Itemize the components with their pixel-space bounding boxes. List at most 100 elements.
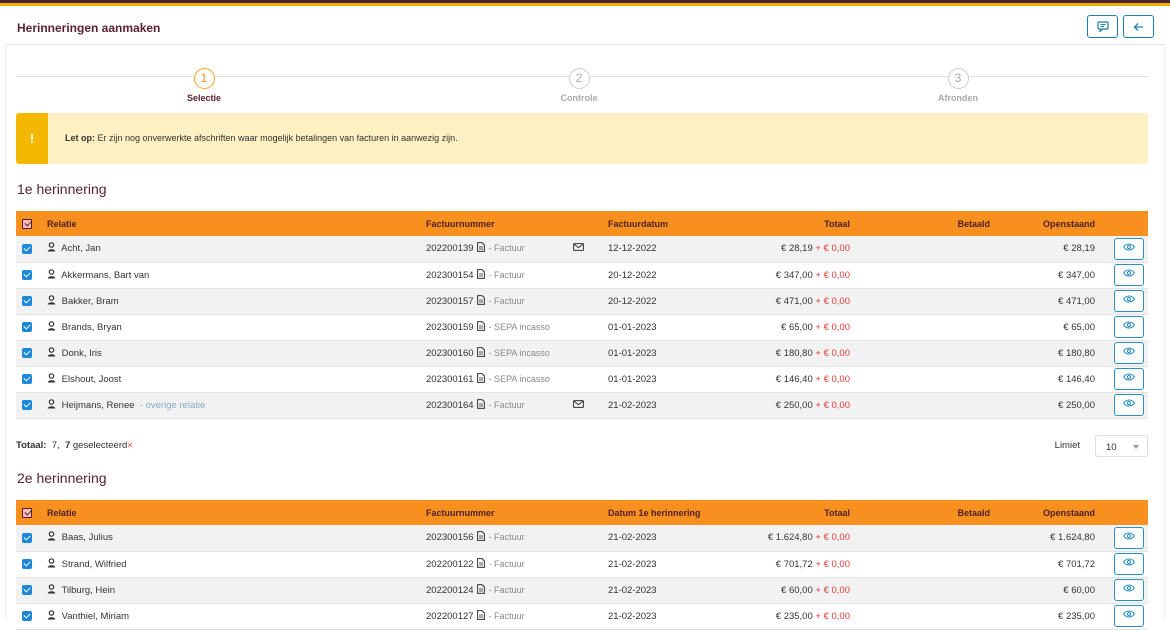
row-select-cell[interactable] [16,236,47,262]
row-select-cell[interactable] [16,551,47,577]
table-footer-1: Totaal: 7, 7 geselecteerd× Limiet 10 [16,435,1148,457]
select-all-checkbox[interactable] [22,218,32,229]
total-cell: € 28,19 + € 0,00 [758,236,850,262]
document-icon [476,372,485,386]
step-number: 1 [193,68,215,89]
total-value: € 250,00 [775,399,813,411]
page-header: Herinneringen aanmaken [5,6,1165,45]
date-cell: 21-02-2023 [608,610,657,622]
relatie-cell: Strand, Wilfried [47,551,426,577]
extra-cost: + € 0,00 [815,321,850,333]
relatie-name: Bakker, Bram [61,295,119,307]
date-cell: 01-01-2023 [608,347,657,359]
eye-icon [1123,558,1135,569]
view-button[interactable] [1114,526,1144,549]
table-row: Brands, Bryan 202300159 - SEPA incasso 01-0… [16,314,1148,340]
open-cell: € 701,72 [1058,558,1095,570]
comment-button[interactable] [1087,15,1118,38]
row-select-cell[interactable] [16,288,47,314]
document-icon [476,583,485,597]
view-button[interactable] [1114,290,1144,312]
view-button[interactable] [1114,237,1144,260]
action-cell [1095,577,1148,603]
row-checkbox[interactable] [22,243,32,254]
extra-cost: + € 0,00 [815,373,850,385]
select-all-cell[interactable] [16,211,47,236]
relatie-name: Baas, Julius [61,532,113,544]
view-button[interactable] [1114,579,1144,601]
col-relatie: Relatie [47,218,77,229]
factuur-type: - Factuur [488,532,525,543]
open-cell: € 1.624,80 [1050,532,1095,544]
view-button[interactable] [1114,264,1144,286]
row-checkbox[interactable] [22,321,32,332]
section-title-1: 1e herinnering [17,181,107,197]
row-checkbox[interactable] [22,373,32,384]
relatie-name: Vanthiel, Miriam [61,610,130,622]
person-icon [47,268,59,282]
document-icon [476,531,485,544]
clear-selection-icon[interactable]: × [127,440,133,451]
back-button[interactable] [1123,15,1154,38]
document-icon [476,320,485,334]
row-select-cell[interactable] [16,262,47,288]
total-cell: € 701,72 + € 0,00 [758,551,850,577]
total-value: € 60,00 [781,584,813,596]
relatie-cell: Heijmans, Renee - overige relatie [47,392,426,418]
row-checkbox[interactable] [22,295,32,306]
date-cell: 21-02-2023 [608,558,657,570]
action-cell [1095,236,1148,262]
alert-message: Er zijn nog onverwerkte afschriften waar… [95,133,458,143]
section-title-2: 2e herinnering [17,470,107,486]
row-checkbox[interactable] [22,269,32,280]
factuur-type: - SEPA incasso [488,347,550,358]
view-button[interactable] [1114,368,1144,390]
person-icon [47,294,59,308]
limit-select[interactable]: 10 [1095,435,1148,457]
action-cell [1095,551,1148,577]
eye-icon [1123,321,1135,332]
step-selectie: 1 Selectie [154,68,254,103]
view-button[interactable] [1114,553,1144,575]
action-cell [1095,314,1148,340]
row-select-cell[interactable] [16,577,47,603]
total-cell: € 65,00 + € 0,00 [758,314,850,340]
relatie-name: Brands, Bryan [61,321,122,333]
document-icon [476,609,485,623]
row-select-cell[interactable] [16,314,47,340]
row-checkbox[interactable] [22,347,32,358]
eye-icon [1123,373,1135,384]
row-checkbox[interactable] [22,610,32,621]
reminder-table-1: Relatie Factuurnummer Factuurdatum Totaa… [16,211,1148,419]
row-select-cell[interactable] [16,366,47,392]
open-cell: € 235,00 [1058,610,1095,622]
paid-cell [850,551,990,577]
view-button[interactable] [1114,316,1144,338]
row-select-cell[interactable] [16,603,47,629]
eye-icon [1123,584,1135,595]
relatie-name: Donk, Iris [61,347,102,359]
select-all-cell[interactable] [16,500,47,525]
document-icon [476,398,485,412]
paid-cell [850,262,990,288]
view-button[interactable] [1114,342,1144,364]
row-select-cell[interactable] [16,340,47,366]
view-button[interactable] [1114,394,1144,416]
date-cell: 12-12-2022 [608,243,657,255]
select-all-checkbox[interactable] [22,507,32,518]
date-cell: 20-12-2022 [608,295,657,307]
total-value: € 146,40 [775,373,813,385]
row-checkbox[interactable] [22,399,32,410]
person-icon [47,531,59,544]
total-cell: € 1.624,80 + € 0,00 [758,525,850,551]
row-checkbox[interactable] [22,584,32,595]
row-checkbox[interactable] [22,532,32,543]
factuur-number: 202200124 [426,584,474,596]
col-datum: Datum 1e herinnering [608,507,701,518]
open-cell: € 180,80 [1058,347,1095,359]
row-select-cell[interactable] [16,392,47,418]
row-checkbox[interactable] [22,558,32,569]
row-select-cell[interactable] [16,525,47,551]
total-value: € 235,00 [775,610,813,622]
view-button[interactable] [1114,605,1144,627]
